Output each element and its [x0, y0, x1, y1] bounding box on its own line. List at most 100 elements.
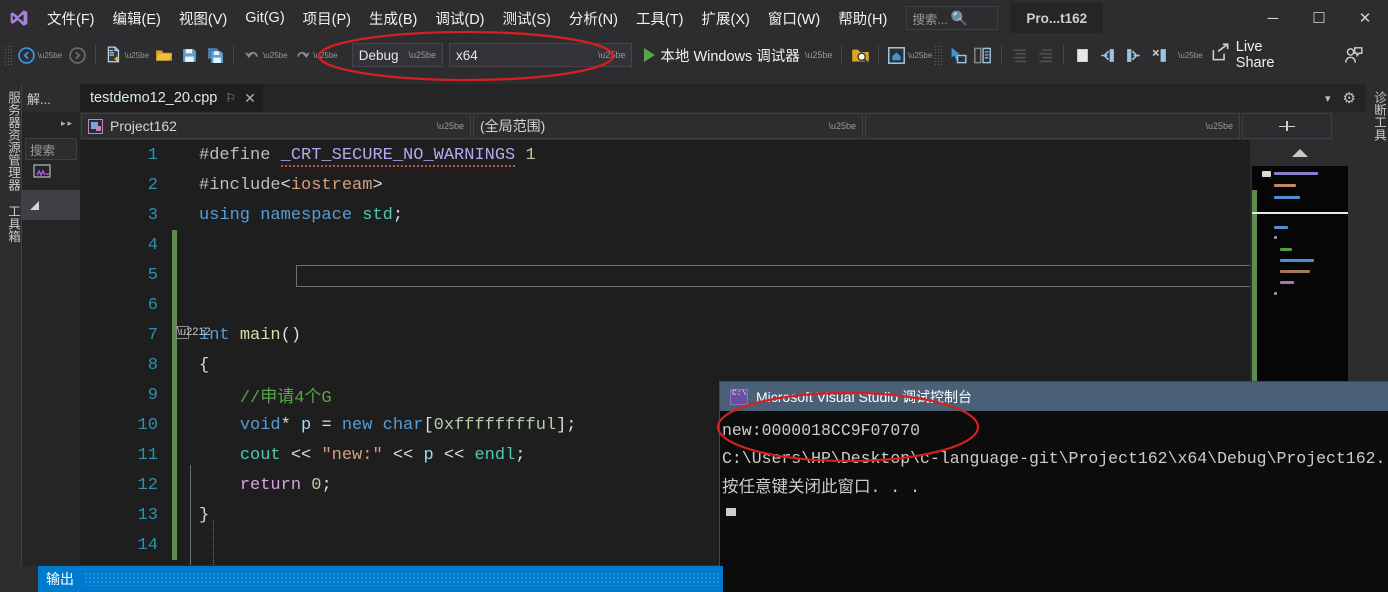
previous-bookmark-icon[interactable]: [1095, 42, 1121, 68]
home-dropdown-caret-icon[interactable]: \u25be: [908, 51, 932, 60]
menu-item-5[interactable]: 生成(B): [360, 3, 426, 34]
next-bookmark-icon[interactable]: [1121, 42, 1147, 68]
menu-items: 文件(F) 编辑(E) 视图(V) Git(G) 项目(P) 生成(B) 调试(D) 测试(S…: [38, 3, 896, 34]
save-icon[interactable]: [177, 42, 203, 68]
minimap-code-line: [1274, 226, 1288, 229]
chevron-down-icon[interactable]: ▾: [1325, 92, 1331, 105]
chevron-down-icon[interactable]: \u25be: [805, 50, 833, 60]
split-window-icon: [1279, 121, 1295, 131]
back-dropdown-caret-icon[interactable]: \u25be: [38, 51, 62, 60]
menu-item-4[interactable]: 项目(P): [294, 3, 360, 34]
menu-item-7[interactable]: 测试(S): [494, 3, 560, 34]
find-in-files-icon[interactable]: [847, 42, 873, 68]
line-number: 1: [147, 145, 158, 165]
live-share-button[interactable]: Live Share: [1205, 39, 1310, 71]
solution-explorer-expander[interactable]: [22, 190, 80, 220]
split-editor-button[interactable]: [1242, 113, 1332, 139]
back-navigate-icon[interactable]: [14, 42, 40, 68]
redo-dropdown-caret-icon[interactable]: \u25be: [313, 51, 337, 60]
code-line[interactable]: 3 using namespace std;: [80, 200, 1250, 230]
code-line[interactable]: 1 #define _CRT_SECURE_NO_WARNINGS 1: [80, 140, 1250, 170]
menu-item-2[interactable]: 视图(V): [170, 3, 236, 34]
debug-console-window[interactable]: Microsoft Visual Studio 调试控制台 new:000001…: [720, 382, 1388, 592]
line-number: 5: [147, 265, 158, 285]
maximize-button[interactable]: ☐: [1296, 0, 1342, 36]
new-item-icon[interactable]: [101, 42, 127, 68]
quick-search-placeholder: 搜索...: [912, 12, 948, 27]
line-number: 10: [137, 415, 158, 435]
undo-icon[interactable]: [239, 42, 265, 68]
member-scope-dropdown[interactable]: (全局范围) \u25be: [473, 113, 863, 139]
code-line[interactable]: 6: [80, 290, 1250, 320]
minimap-code-line: [1280, 281, 1294, 284]
forward-navigate-icon[interactable]: [64, 42, 90, 68]
solution-node-icon: [30, 163, 56, 187]
pin-icon[interactable]: ⚐: [225, 91, 236, 105]
toolbar-overflow-icon[interactable]: \u25be: [1178, 51, 1202, 60]
solution-explorer-search-input[interactable]: 搜索: [25, 138, 77, 160]
bookmark-icon[interactable]: [1069, 42, 1095, 68]
minimap-code-line: [1274, 172, 1318, 175]
code-line[interactable]: 4: [80, 230, 1250, 260]
clear-bookmark-icon[interactable]: [1146, 42, 1172, 68]
minimap-scroll-up-button[interactable]: [1250, 140, 1350, 166]
line-number: 4: [147, 235, 158, 255]
solution-explorer-solution-node[interactable]: [22, 160, 80, 190]
solution-explorer-collapse-glyph[interactable]: ▸▸: [22, 112, 80, 134]
toolbar-grip[interactable]: [4, 45, 14, 65]
menu-item-8[interactable]: 分析(N): [560, 3, 627, 34]
feedback-icon[interactable]: [1340, 42, 1366, 68]
solution-home-icon[interactable]: [884, 42, 910, 68]
toolbar-grip[interactable]: [934, 45, 945, 65]
gear-icon[interactable]: ⚙: [1343, 89, 1356, 107]
open-file-icon[interactable]: [151, 42, 177, 68]
outdent-icon: [1032, 42, 1058, 68]
toolbar-separator: [1000, 45, 1002, 65]
solution-explorer-panel: 解... ▸▸ 搜索: [22, 84, 80, 592]
menu-item-11[interactable]: 窗口(W): [759, 3, 829, 34]
minimize-button[interactable]: ─: [1250, 0, 1296, 36]
visual-studio-logo-icon: [0, 0, 38, 36]
code-line[interactable]: 8{: [80, 350, 1250, 380]
code-text: //申请4个G: [239, 389, 332, 408]
project-scope-dropdown[interactable]: Project162 \u25be: [81, 113, 471, 139]
menu-item-9[interactable]: 工具(T): [627, 3, 693, 34]
build-platform-dropdown[interactable]: x64 \u25be: [449, 43, 633, 67]
symbol-scope-dropdown[interactable]: \u25be: [865, 113, 1240, 139]
change-indicator: [172, 260, 177, 290]
console-line-press-key: 按任意键关闭此窗口. . .: [722, 477, 921, 497]
debug-console-output: new:0000018CC9F07070 C:\Users\HP\Desktop…: [720, 411, 1388, 517]
close-icon[interactable]: ✕: [244, 90, 256, 107]
menu-item-12[interactable]: 帮助(H): [829, 3, 896, 34]
sidebar-item-diagnostic-tools[interactable]: 诊断工具: [1366, 84, 1388, 148]
save-all-icon[interactable]: [203, 42, 229, 68]
menu-item-0[interactable]: 文件(F): [38, 3, 104, 34]
compare-icon[interactable]: [970, 42, 996, 68]
change-indicator: [172, 290, 177, 320]
live-share-label: Live Share: [1235, 39, 1275, 71]
menu-item-3[interactable]: Git(G): [236, 5, 293, 31]
new-item-dropdown-caret-icon[interactable]: \u25be: [125, 51, 149, 60]
start-debugging-button[interactable]: 本地 Windows 调试器 \u25be: [640, 42, 836, 68]
code-line[interactable]: 7 int main(): [80, 320, 1250, 350]
output-panel-header[interactable]: 输出: [38, 566, 723, 592]
minimap-code-line: [1280, 259, 1314, 262]
undo-dropdown-caret-icon[interactable]: \u25be: [263, 51, 287, 60]
line-number: 7: [147, 325, 158, 345]
toolbar-separator: [878, 45, 880, 65]
minimap-viewport-indicator[interactable]: [1252, 212, 1348, 214]
menu-item-6[interactable]: 调试(D): [426, 3, 493, 34]
build-configuration-dropdown[interactable]: Debug \u25be: [351, 43, 444, 67]
fold-collapse-icon[interactable]: \u2212: [176, 326, 211, 339]
toolbar-separator: [841, 45, 843, 65]
redo-icon[interactable]: [290, 42, 316, 68]
select-icon[interactable]: [944, 42, 970, 68]
menu-item-1[interactable]: 编辑(E): [104, 3, 170, 34]
menu-item-10[interactable]: 扩展(X): [693, 3, 759, 34]
minimap-code-line: [1274, 292, 1277, 295]
close-button[interactable]: ✕: [1342, 0, 1388, 36]
quick-search-input[interactable]: 搜索... 🔍: [906, 6, 999, 30]
code-line[interactable]: 2 #include<iostream>: [80, 170, 1250, 200]
toolbar-separator: [233, 45, 235, 65]
tab-testdemo12-20-cpp[interactable]: testdemo12_20.cpp ⚐ ✕: [80, 84, 263, 112]
